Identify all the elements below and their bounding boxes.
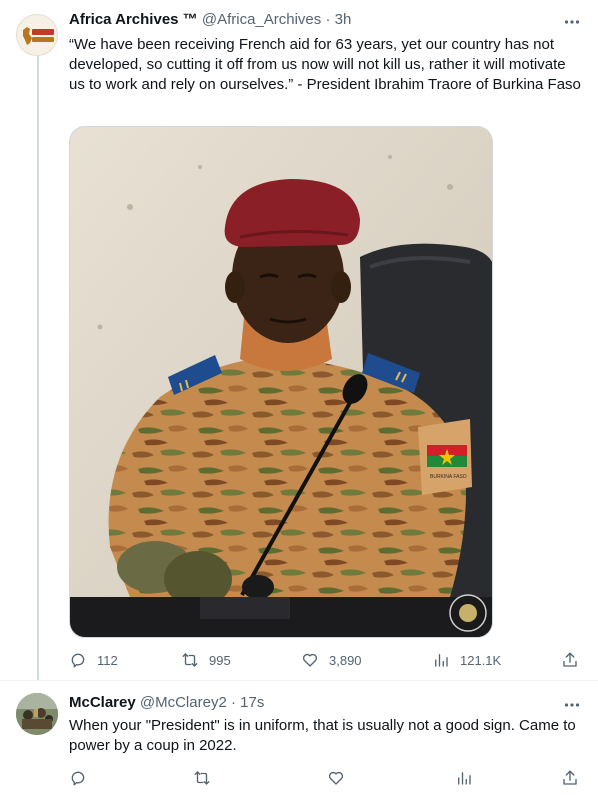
like-button[interactable] [327,768,345,788]
tweet-photo[interactable]: BURKINA FASO [69,126,493,638]
share-icon [563,652,577,667]
heart-icon [302,653,318,667]
reply-button[interactable]: 112 [69,650,118,670]
author-handle[interactable]: @McClarey2 [140,694,227,711]
ellipsis-icon [564,20,580,24]
reply-icon [71,771,85,786]
share-button[interactable] [561,650,579,670]
heart-icon [328,771,344,785]
reply-count: 112 [97,652,118,668]
views-count: 121.1K [460,652,502,668]
photo-illustration: BURKINA FASO [70,127,492,637]
tweet-text: “We have been receiving French aid for 6… [69,36,581,93]
retweet-icon [194,771,210,785]
patch-label: BURKINA FASO [430,474,467,480]
tweet-reply[interactable]: McClarey @McClarey2 · 17s When your "Pre… [0,680,598,798]
avatar-africa-archives[interactable] [16,14,58,56]
separator-dot: · [230,694,236,711]
share-icon [563,770,577,785]
retweet-button[interactable]: 995 [181,650,231,670]
views-icon [458,772,471,785]
like-count: 3,890 [329,652,362,668]
africa-archives-logo [17,15,57,55]
reply-button[interactable] [69,768,87,788]
separator-dot: · [325,11,331,28]
views-button[interactable] [455,768,473,788]
thread-connector-line [37,54,39,680]
views-icon [435,654,448,667]
views-button[interactable]: 121.1K [432,650,501,670]
reply-icon [71,653,85,668]
more-options-button[interactable] [562,12,582,32]
tweet-text: When your "President" is in uniform, tha… [69,717,576,754]
tweet-action-bar: 112 995 3,890 121.1K [69,650,581,670]
author-handle[interactable]: @Africa_Archives [202,11,321,28]
retweet-icon [182,653,198,667]
mcclarey-avatar-image [16,693,58,735]
more-options-button[interactable] [562,695,582,715]
timestamp[interactable]: 3h [335,11,352,28]
avatar-mcclarey[interactable] [16,693,58,735]
author-name[interactable]: McClarey [69,694,136,711]
ellipsis-icon [564,703,580,707]
tweet-main[interactable]: Africa Archives ™ @Africa_Archives · 3h … [0,0,598,680]
tweet-action-bar [69,768,581,788]
retweet-button[interactable] [193,768,211,788]
tweet-header: Africa Archives ™ @Africa_Archives · 3h [69,10,351,30]
like-button[interactable]: 3,890 [301,650,362,670]
timestamp[interactable]: 17s [240,694,264,711]
retweet-count: 995 [209,652,231,668]
tweet-header: McClarey @McClarey2 · 17s [69,693,264,713]
author-name[interactable]: Africa Archives ™ [69,11,198,28]
share-button[interactable] [561,768,579,788]
